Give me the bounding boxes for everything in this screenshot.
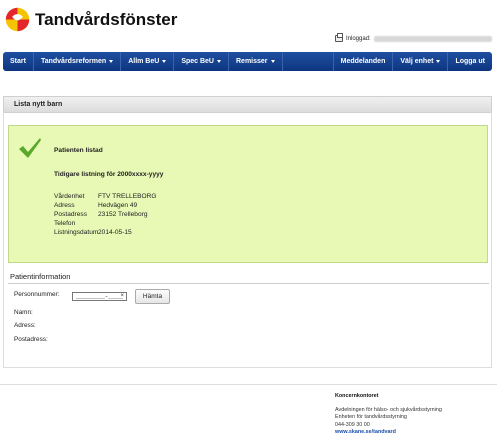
- detail-value: 23152 Trelleborg: [98, 211, 148, 218]
- chevron-down-icon: [436, 60, 441, 63]
- listing-details: Vårdenhet FTV TRELLEBORG Adress Hedvägen…: [54, 193, 157, 236]
- success-message: Patienten listad Tidigare listning för 2…: [8, 125, 488, 263]
- detail-label: Adress: [54, 202, 75, 209]
- footer-line: Avdelningen för hälso- och sjukvårdsstyr…: [335, 406, 442, 413]
- nav-start[interactable]: Start: [3, 52, 34, 71]
- chevron-down-icon: [162, 60, 167, 63]
- adress-label: Adress:: [14, 322, 36, 329]
- app-header: Tandvårdsfönster Inloggad:: [0, 0, 497, 50]
- detail-label: Vårdenhet: [54, 193, 85, 200]
- fetch-button[interactable]: Hämta: [135, 289, 170, 304]
- footer: Koncernkontoret Avdelningen för hälso- o…: [335, 393, 442, 437]
- footer-phone: 044-309 30 00: [335, 421, 370, 428]
- logged-in-user-redacted: [373, 35, 492, 42]
- personnummer-input[interactable]: ________-____ ×: [72, 292, 127, 301]
- chevron-down-icon: [109, 60, 114, 63]
- nav-meddelanden[interactable]: Meddelanden: [332, 52, 393, 71]
- personnummer-value: ________-____: [76, 293, 123, 300]
- region-skane-logo-icon: [5, 7, 30, 32]
- nav-tandvardsreformen[interactable]: Tandvårdsreformen: [34, 52, 122, 71]
- chevron-down-icon: [270, 60, 275, 63]
- detail-label: Postadress: [54, 211, 87, 218]
- chevron-down-icon: [217, 60, 221, 63]
- nav-remisser[interactable]: Remisser: [229, 52, 283, 71]
- nav-logga-ut[interactable]: Logga ut: [447, 52, 492, 71]
- checkmark-icon: [19, 138, 41, 158]
- clear-icon[interactable]: ×: [120, 293, 124, 299]
- footer-divider: [0, 384, 497, 385]
- nav-valj-enhet[interactable]: Välj enhet: [392, 52, 447, 71]
- app-title: Tandvårdsfönster: [35, 10, 178, 29]
- nav-spec-beu[interactable]: Spec BeU: [174, 52, 229, 71]
- footer-title: Koncernkontoret: [335, 393, 379, 399]
- printer-icon[interactable]: [335, 33, 343, 42]
- namn-label: Namn:: [14, 309, 33, 316]
- detail-value: [98, 220, 157, 227]
- detail-label: Telefon: [54, 220, 76, 227]
- main-nav: Start Tandvårdsreformen Allm BeU Spec Be…: [3, 52, 492, 71]
- personnummer-label: Personnummer:: [14, 291, 60, 298]
- logged-in-info: Inloggad:: [335, 33, 492, 42]
- nav-allm-beu[interactable]: Allm BeU: [121, 52, 175, 71]
- postadress-label: Postadress:: [14, 336, 48, 343]
- detail-value: Hedvägen 49: [98, 202, 138, 209]
- previous-listing-heading: Tidigare listning för 2000xxxx-yyyy: [54, 171, 164, 178]
- detail-label: Listningsdatum: [54, 229, 99, 236]
- footer-line: Enheten för tandvårdsstyrning: [335, 414, 407, 420]
- section-divider: [8, 283, 489, 284]
- success-title: Patienten listad: [54, 147, 103, 154]
- detail-value: 2014-05-15: [98, 229, 132, 236]
- patient-info-heading: Patientinformation: [10, 272, 71, 281]
- detail-value: FTV TRELLEBORG: [98, 193, 157, 200]
- footer-link[interactable]: www.skane.se/tandvard: [335, 429, 442, 437]
- logged-in-label: Inloggad:: [346, 35, 371, 42]
- page-title: Lista nytt barn: [3, 96, 492, 113]
